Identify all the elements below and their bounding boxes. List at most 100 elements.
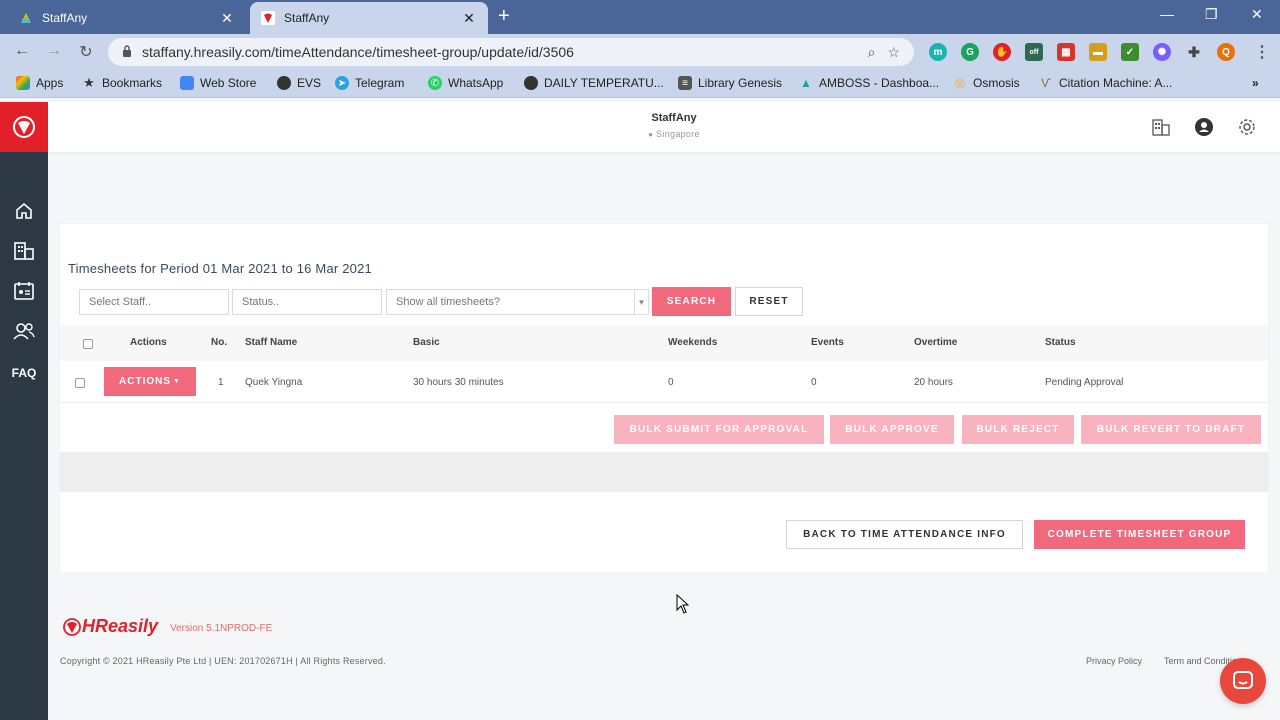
timesheet-card: Timesheets for Period 01 Mar 2021 to 16 …: [60, 224, 1268, 572]
bookmark-telegram[interactable]: ➤ Telegram: [335, 76, 404, 90]
location-pin-icon: ●: [648, 130, 654, 139]
bookmarks-bar: Apps ★ Bookmarks Web Store EVS ➤ Telegram …: [0, 70, 1280, 98]
company-building-icon[interactable]: [1152, 118, 1170, 136]
citation-icon: Ѵ: [1041, 76, 1051, 90]
bulk-revert-button[interactable]: BULK REVERT TO DRAFT: [1081, 415, 1261, 444]
web-store-icon: [180, 76, 194, 90]
amboss-icon: ▲: [800, 76, 812, 90]
home-icon: [16, 202, 32, 219]
staffany-favicon-icon: [18, 10, 34, 26]
browser-tab-1[interactable]: StaffAny ✕: [8, 2, 246, 34]
zoom-icon[interactable]: ⌕: [868, 44, 876, 61]
row-staff-name: Quek Yingna: [245, 377, 303, 388]
url-text: staffany.hreasily.com/timeAttendance/tim…: [142, 44, 574, 60]
divider-band: [60, 452, 1268, 492]
select-staff-filter[interactable]: Select Staff..: [79, 289, 229, 315]
app-header: StaffAny ● Singapore: [48, 102, 1280, 152]
extension-box-icon[interactable]: ▬: [1089, 43, 1107, 61]
reload-icon[interactable]: ↻: [76, 42, 96, 62]
row-checkbox[interactable]: [75, 378, 85, 388]
bulk-reject-button[interactable]: BULK REJECT: [962, 415, 1074, 444]
bookmark-daily-temperature[interactable]: DAILY TEMPERATU...: [524, 76, 664, 90]
row-no: 1: [218, 377, 224, 388]
globe-icon: [277, 76, 291, 90]
bookmark-apps[interactable]: Apps: [16, 76, 63, 90]
window-close-icon[interactable]: ✕: [1251, 6, 1263, 23]
restore-icon[interactable]: ❐: [1205, 6, 1218, 23]
sidebar-item-faq[interactable]: FAQ: [0, 361, 48, 385]
company-name[interactable]: StaffAny: [614, 112, 734, 124]
bookmark-star-icon[interactable]: ☆: [887, 44, 900, 61]
profile-avatar[interactable]: Q: [1217, 43, 1235, 61]
star-icon: ★: [83, 75, 95, 90]
reset-button[interactable]: RESET: [735, 287, 803, 316]
close-icon[interactable]: ✕: [460, 10, 478, 27]
bookmark-osmosis[interactable]: ◎ Osmosis: [953, 76, 1020, 90]
settings-gear-icon[interactable]: [1238, 118, 1256, 136]
bulk-submit-button[interactable]: BULK SUBMIT FOR APPROVAL: [614, 415, 824, 444]
lock-icon: [122, 44, 134, 60]
sidebar-item-company[interactable]: [0, 239, 48, 263]
menu-kebab-icon[interactable]: ⋮: [1252, 42, 1272, 62]
mendeley-icon[interactable]: ▦: [1057, 43, 1075, 61]
browser-tab-bar: StaffAny ✕ StaffAny ✕ + — ❐ ✕: [0, 0, 1280, 34]
bookmark-amboss[interactable]: ▲ AMBOSS - Dashboa...: [799, 76, 939, 90]
address-bar: ← → ↻ staffany.hreasily.com/timeAttendan…: [0, 34, 1280, 70]
forward-arrow-icon[interactable]: →: [44, 42, 64, 60]
row-actions-button[interactable]: ACTIONS ▼: [104, 367, 196, 396]
bulk-approve-button[interactable]: BULK APPROVE: [830, 415, 954, 444]
minimize-icon[interactable]: —: [1160, 6, 1174, 22]
col-staff-name: Staff Name: [245, 337, 298, 348]
bookmark-bookmarks[interactable]: ★ Bookmarks: [82, 75, 162, 90]
user-profile-icon[interactable]: [1195, 118, 1213, 136]
url-field[interactable]: staffany.hreasily.com/timeAttendance/tim…: [108, 38, 914, 66]
whatsapp-icon: ✆: [428, 76, 442, 90]
back-arrow-icon[interactable]: ←: [12, 42, 32, 60]
more-bookmarks-chevron-icon[interactable]: »: [1252, 76, 1259, 90]
extension-check-icon[interactable]: ✓: [1121, 43, 1139, 61]
status-filter[interactable]: Status..: [232, 289, 382, 315]
row-status: Pending Approval: [1045, 377, 1124, 388]
adblock-icon[interactable]: ✋: [993, 43, 1011, 61]
extensions-puzzle-icon[interactable]: ✚: [1185, 43, 1203, 61]
browser-tab-2[interactable]: StaffAny ✕: [250, 2, 488, 34]
complete-timesheet-group-button[interactable]: COMPLETE TIMESHEET GROUP: [1034, 520, 1245, 549]
chat-launcher-button[interactable]: [1220, 658, 1266, 704]
document-icon: ≡: [678, 76, 692, 90]
chat-icon: [1233, 671, 1253, 689]
extension-off-icon[interactable]: off: [1025, 43, 1043, 61]
mouse-cursor-icon: [676, 594, 690, 614]
bookmark-web-store[interactable]: Web Store: [180, 76, 256, 90]
extension-flower-icon[interactable]: ✺: [1153, 43, 1171, 61]
company-location: ● Singapore: [648, 129, 700, 139]
hreasily-logo[interactable]: [0, 102, 48, 152]
select-all-checkbox[interactable]: [83, 339, 93, 349]
row-basic: 30 hours 30 minutes: [413, 377, 504, 388]
grammarly-icon[interactable]: G: [961, 43, 979, 61]
tab-title: StaffAny: [42, 11, 88, 25]
sidebar-item-attendance[interactable]: [0, 279, 48, 303]
bookmark-evs[interactable]: EVS: [277, 76, 321, 90]
faq-label: FAQ: [11, 366, 37, 380]
timesheets-filter-select[interactable]: Show all timesheets? ▼: [386, 289, 649, 315]
row-events: 0: [811, 377, 817, 388]
privacy-policy-link[interactable]: Privacy Policy: [1086, 656, 1142, 666]
bookmark-whatsapp[interactable]: ✆ WhatsApp: [428, 76, 503, 90]
page-title: Timesheets for Period 01 Mar 2021 to 16 …: [68, 261, 372, 276]
copyright-text: Copyright © 2021 HReasily Pte Ltd | UEN:…: [60, 656, 386, 666]
app-sidebar: FAQ: [0, 102, 48, 720]
search-button[interactable]: SEARCH: [652, 287, 731, 316]
new-tab-plus-icon[interactable]: +: [498, 6, 510, 26]
calendar-card-icon: [14, 282, 34, 300]
hreasily-favicon-icon: [260, 10, 276, 26]
bookmark-library-genesis[interactable]: ≡ Library Genesis: [678, 76, 782, 90]
version-text: Version 5.1NPROD-FE: [170, 623, 273, 634]
chevron-down-icon[interactable]: ▼: [634, 290, 648, 314]
sidebar-item-users[interactable]: [0, 319, 48, 343]
back-to-time-attendance-button[interactable]: BACK TO TIME ATTENDANCE INFO: [786, 520, 1023, 549]
col-actions: Actions: [130, 337, 167, 348]
sidebar-item-home[interactable]: [0, 199, 48, 223]
close-icon[interactable]: ✕: [218, 10, 236, 27]
extension-m-icon[interactable]: m: [929, 43, 947, 61]
bookmark-citation-machine[interactable]: Ѵ Citation Machine: A...: [1039, 76, 1172, 90]
